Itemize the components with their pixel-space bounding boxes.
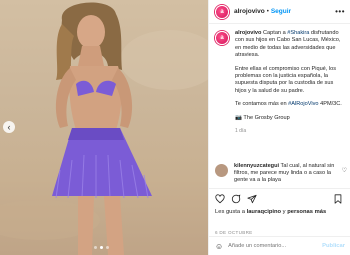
carousel-prev-button[interactable]: ‹	[3, 121, 15, 133]
brand-logo-icon: a	[220, 35, 224, 41]
caption-text-part: Captan a	[263, 30, 288, 36]
follow-button[interactable]: Seguir	[271, 8, 291, 15]
caption-text: alrojovivo Captan a #Shakira disfrutando…	[235, 30, 345, 122]
likes-summary: Les gusta a lauraqcipino y personas más	[215, 209, 326, 215]
smiley-icon[interactable]: ☺	[215, 242, 223, 251]
bookmark-icon[interactable]	[333, 194, 343, 204]
hashtag-link[interactable]: #Shakira	[287, 30, 309, 36]
time-ago[interactable]: 1 día	[235, 128, 345, 134]
more-options-icon[interactable]: •••	[335, 7, 345, 16]
carousel-dot	[106, 246, 109, 249]
separator-dot: •	[266, 8, 269, 15]
chevron-left-icon: ‹	[7, 121, 11, 132]
post-date[interactable]: 6 DE OCTUBRE	[215, 230, 253, 235]
post-image[interactable]: ‹	[0, 0, 208, 255]
post-details-panel: a alrojovivo • Seguir ••• a alrojovivo C…	[208, 0, 350, 255]
caption-text-part: Te contamos más en	[235, 101, 289, 108]
hashtag-link[interactable]: #AlRojoVivo	[288, 101, 318, 107]
beach-photo	[0, 2, 208, 255]
photo-credit: 📷 The Grosby Group	[235, 114, 290, 121]
add-comment-bar: ☺ Publicar	[209, 236, 350, 255]
comment-text: kilennyuzcategui Tal cual, al natural si…	[234, 163, 337, 185]
avatar[interactable]: a	[215, 4, 229, 19]
carousel-dot-active	[100, 246, 103, 249]
carousel-indicator	[94, 246, 109, 249]
post-header: a alrojovivo • Seguir •••	[209, 0, 350, 24]
commenter-avatar[interactable]	[215, 164, 228, 177]
comment-input[interactable]	[228, 243, 323, 249]
commenter-username[interactable]: kilennyuzcategui	[234, 163, 279, 169]
carousel-dot	[94, 246, 97, 249]
post-caption: a alrojovivo Captan a #Shakira disfrutan…	[209, 26, 350, 134]
comment-item: kilennyuzcategui Tal cual, al natural si…	[215, 163, 347, 185]
username-link[interactable]: alrojovivo	[234, 8, 265, 15]
paper-plane-icon[interactable]	[247, 194, 257, 204]
brand-logo-icon: a	[220, 8, 224, 15]
action-bar: Les gusta a lauraqcipino y personas más	[209, 188, 350, 218]
caption-text-part: 4PM/3C.	[318, 101, 342, 108]
heart-icon[interactable]: ♡	[342, 167, 347, 174]
caption-paragraph: Entre ellas el compromiso con Piqué, los…	[235, 65, 337, 94]
speech-bubble-icon[interactable]	[231, 194, 241, 204]
caption-username[interactable]: alrojovivo	[235, 30, 261, 36]
heart-icon[interactable]	[215, 194, 225, 204]
likes-others-link[interactable]: personas más	[287, 209, 326, 215]
publish-button[interactable]: Publicar	[322, 243, 345, 249]
caption-avatar[interactable]: a	[215, 31, 229, 45]
likes-prefix: Les gusta a	[215, 209, 247, 215]
liked-by-user[interactable]: lauraqcipino	[247, 209, 281, 215]
